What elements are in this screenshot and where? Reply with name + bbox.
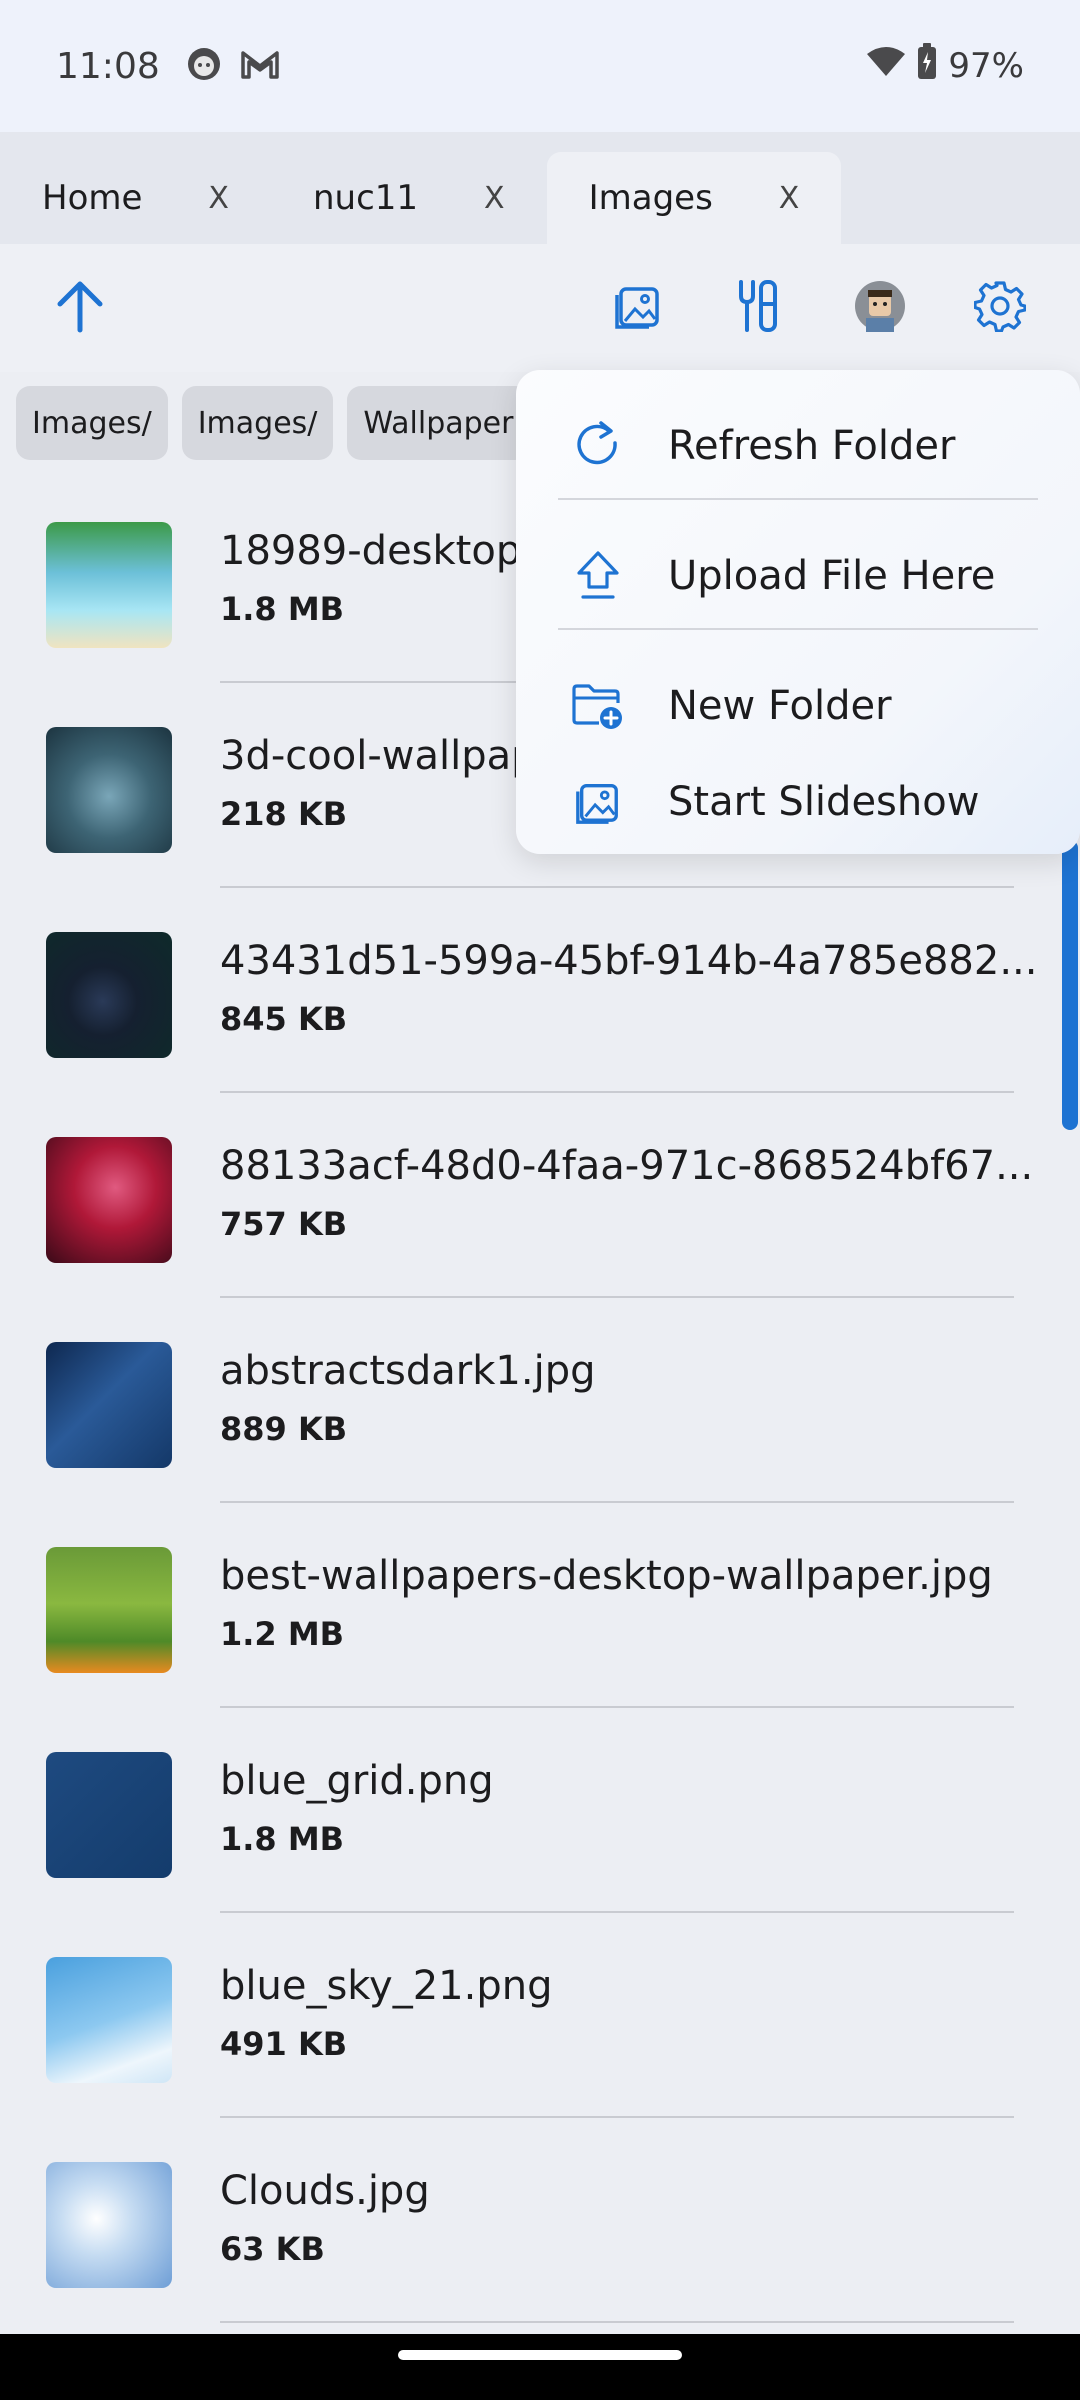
file-row[interactable]: blue_sky_21.png 491 KB xyxy=(0,1913,1060,2118)
file-size: 889 KB xyxy=(220,1410,348,1448)
file-size: 1.2 MB xyxy=(220,1615,345,1653)
tab-images[interactable]: Images X xyxy=(546,152,842,244)
gmail-icon xyxy=(240,48,280,85)
file-size: 218 KB xyxy=(220,795,348,833)
tab-nuc11[interactable]: nuc11 X xyxy=(271,152,547,244)
file-size: 1.8 MB xyxy=(220,590,345,628)
breadcrumb-item[interactable]: Images/ xyxy=(16,386,168,460)
up-arrow-icon[interactable] xyxy=(48,274,112,338)
file-thumbnail xyxy=(46,522,172,648)
battery-icon xyxy=(916,42,938,90)
file-thumbnail xyxy=(46,727,172,853)
divider xyxy=(220,2321,1014,2323)
file-size: 63 KB xyxy=(220,2230,325,2268)
menu-item-new-folder[interactable]: New Folder xyxy=(516,658,1080,754)
face-notification-icon xyxy=(186,46,222,87)
tab-label: Home xyxy=(42,178,143,218)
file-name: 3d-cool-wallpap xyxy=(220,733,537,779)
upload-icon xyxy=(570,548,626,604)
status-time: 11:08 xyxy=(56,45,160,87)
tab-label: nuc11 xyxy=(312,178,419,218)
file-row[interactable]: Clouds.jpg 63 KB xyxy=(0,2118,1060,2323)
menu-item-start-slideshow[interactable]: Start Slideshow xyxy=(516,754,1080,850)
file-thumbnail xyxy=(46,1547,172,1673)
file-row[interactable]: abstractsdark1.jpg 889 KB xyxy=(0,1298,1060,1503)
menu-label: Upload File Here xyxy=(668,553,996,599)
file-name: 43431d51-599a-45bf-914b-4a785e882... xyxy=(220,938,1038,984)
battery-percent: 97% xyxy=(948,46,1024,86)
breadcrumb-item[interactable]: Images/ xyxy=(181,386,334,460)
file-thumbnail xyxy=(46,1957,172,2083)
file-name: abstractsdark1.jpg xyxy=(220,1348,596,1394)
file-row[interactable]: blue_grid.png 1.8 MB xyxy=(0,1708,1060,1913)
file-name: 18989-desktop xyxy=(220,528,522,574)
file-thumbnail xyxy=(46,1752,172,1878)
menu-divider xyxy=(558,628,1038,630)
scrollbar[interactable] xyxy=(1062,840,1078,1130)
menu-item-upload-file-here[interactable]: Upload File Here xyxy=(516,528,1080,624)
file-row[interactable]: 88133acf-48d0-4faa-971c-868524bf67... 75… xyxy=(0,1093,1060,1298)
file-size: 1.8 MB xyxy=(220,1820,345,1858)
tab-close-button[interactable]: X xyxy=(779,181,800,216)
refresh-icon xyxy=(570,418,626,474)
menu-label: Refresh Folder xyxy=(668,423,956,469)
file-thumbnail xyxy=(46,1342,172,1468)
file-size: 757 KB xyxy=(220,1205,348,1243)
file-row[interactable]: best-wallpapers-desktop-wallpaper.jpg 1.… xyxy=(0,1503,1060,1708)
file-size: 491 KB xyxy=(220,2025,348,2063)
menu-divider xyxy=(558,498,1038,500)
menu-label: Start Slideshow xyxy=(668,779,980,825)
tab-home[interactable]: Home X xyxy=(0,152,271,244)
breadcrumb: Images/ Images/ Wallpaper xyxy=(16,386,530,460)
avatar[interactable] xyxy=(848,274,912,338)
image-icon[interactable] xyxy=(606,274,670,338)
new-folder-icon xyxy=(570,678,626,734)
gear-icon[interactable] xyxy=(968,274,1032,338)
breadcrumb-item[interactable]: Wallpaper xyxy=(347,386,530,460)
file-thumbnail xyxy=(46,1137,172,1263)
toolbar xyxy=(0,244,1080,372)
file-name: best-wallpapers-desktop-wallpaper.jpg xyxy=(220,1553,993,1599)
wifi-icon xyxy=(866,46,906,87)
file-row[interactable]: 43431d51-599a-45bf-914b-4a785e882... 845… xyxy=(0,888,1060,1093)
slideshow-icon xyxy=(570,774,626,830)
tab-label: Images xyxy=(588,178,713,218)
file-name: blue_grid.png xyxy=(220,1758,494,1804)
status-bar: 11:08 97% xyxy=(0,0,1080,132)
tab-bar: Home X nuc11 X Images X xyxy=(0,132,1080,244)
file-name: blue_sky_21.png xyxy=(220,1963,553,2009)
file-size: 845 KB xyxy=(220,1000,348,1038)
file-thumbnail xyxy=(46,932,172,1058)
file-name: 88133acf-48d0-4faa-971c-868524bf67... xyxy=(220,1143,1034,1189)
menu-item-refresh-folder[interactable]: Refresh Folder xyxy=(516,398,1080,494)
file-thumbnail xyxy=(46,2162,172,2288)
overflow-menu: Refresh Folder Upload File Here New Fold… xyxy=(516,370,1080,854)
file-name: Clouds.jpg xyxy=(220,2168,430,2214)
home-gesture-handle[interactable] xyxy=(398,2350,682,2360)
tab-close-button[interactable]: X xyxy=(484,181,505,216)
navigation-bar xyxy=(0,2334,1080,2400)
tools-icon[interactable] xyxy=(726,274,790,338)
tab-close-button[interactable]: X xyxy=(208,181,229,216)
menu-label: New Folder xyxy=(668,683,892,729)
